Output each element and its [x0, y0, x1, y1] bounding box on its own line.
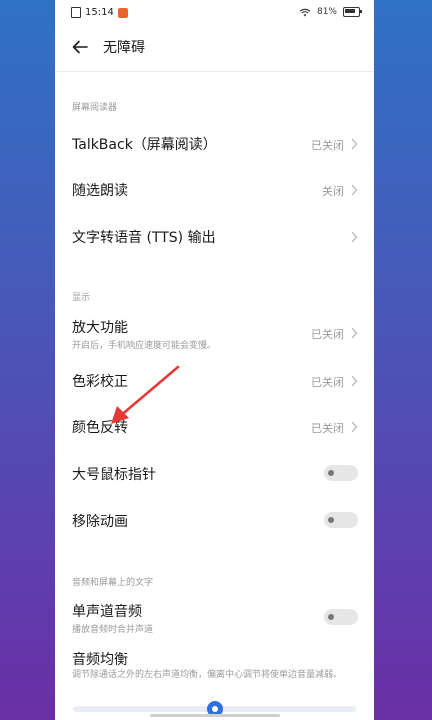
setting-label: 颜色反转	[72, 420, 128, 436]
setting-label: 色彩校正	[72, 374, 128, 390]
app-notification-icon	[117, 7, 128, 18]
setting-label: 放大功能	[72, 320, 128, 336]
large-pointer-toggle[interactable]	[324, 465, 358, 481]
header-divider	[55, 71, 374, 72]
setting-label: 大号鼠标指针	[72, 467, 156, 483]
remove-animations-toggle[interactable]	[324, 512, 358, 528]
setting-color-correction[interactable]: 色彩校正 已关闭	[55, 357, 374, 403]
setting-magnification[interactable]: 放大功能 开启后，手机响应速度可能会变慢。 已关闭	[55, 308, 374, 354]
chevron-right-icon	[351, 421, 358, 433]
setting-audio-balance: 音频均衡 调节除通话之外的左右声道均衡，偏离中心调节将使单边音量减弱。	[55, 642, 374, 704]
setting-mono-audio[interactable]: 单声道音频 播放音频时合并声道	[55, 593, 374, 639]
section-title-screen-reader: 屏幕阅读器	[72, 103, 118, 113]
back-arrow-icon[interactable]	[71, 38, 89, 56]
home-indicator	[150, 714, 280, 717]
top-bar: 无障碍	[55, 30, 374, 64]
setting-remove-animations[interactable]: 移除动画	[55, 497, 374, 543]
setting-label: TalkBack（屏幕阅读）	[72, 137, 217, 153]
setting-label: 移除动画	[72, 514, 128, 530]
status-bar: 15:14 81%	[55, 0, 374, 26]
section-title-display: 显示	[72, 293, 91, 303]
page-title: 无障碍	[103, 40, 145, 56]
setting-status: 已关闭	[311, 376, 344, 389]
setting-label: 随选朗读	[72, 183, 128, 199]
setting-description: 调节除通话之外的左右声道均衡，偏离中心调节将使单边音量减弱。	[72, 670, 343, 680]
setting-description: 开启后，手机响应速度可能会变慢。	[72, 341, 217, 351]
setting-description: 播放音频时合并声道	[72, 625, 154, 635]
setting-talkback[interactable]: TalkBack（屏幕阅读） 已关闭	[55, 120, 374, 166]
setting-tts-output[interactable]: 文字转语音 (TTS) 输出	[55, 213, 374, 259]
setting-select-to-speak[interactable]: 随选朗读 关闭	[55, 166, 374, 212]
section-title-audio-text: 音频和屏幕上的文字	[72, 578, 154, 588]
setting-label: 文字转语音 (TTS) 输出	[72, 230, 216, 246]
mono-audio-toggle[interactable]	[324, 609, 358, 625]
phone-screen: 15:14 81% 无障碍 屏幕阅读器 TalkBack（屏幕阅读） 已关闭 随…	[55, 0, 374, 720]
setting-status: 已关闭	[311, 422, 344, 435]
setting-status: 已关闭	[311, 328, 344, 341]
battery-percent: 81%	[316, 7, 337, 17]
chevron-right-icon	[351, 375, 358, 387]
battery-icon	[343, 7, 362, 17]
sim-card-icon	[71, 7, 81, 18]
chevron-right-icon	[351, 138, 358, 150]
setting-color-inversion[interactable]: 颜色反转 已关闭	[55, 403, 374, 449]
chevron-right-icon	[351, 231, 358, 243]
setting-label: 音频均衡	[72, 652, 128, 668]
chevron-right-icon	[351, 327, 358, 339]
setting-label: 单声道音频	[72, 604, 142, 620]
wifi-icon	[299, 8, 311, 16]
status-time: 15:14	[85, 7, 114, 18]
setting-status: 关闭	[322, 185, 344, 198]
setting-status: 已关闭	[311, 139, 344, 152]
setting-large-pointer[interactable]: 大号鼠标指针	[55, 450, 374, 496]
chevron-right-icon	[351, 184, 358, 196]
